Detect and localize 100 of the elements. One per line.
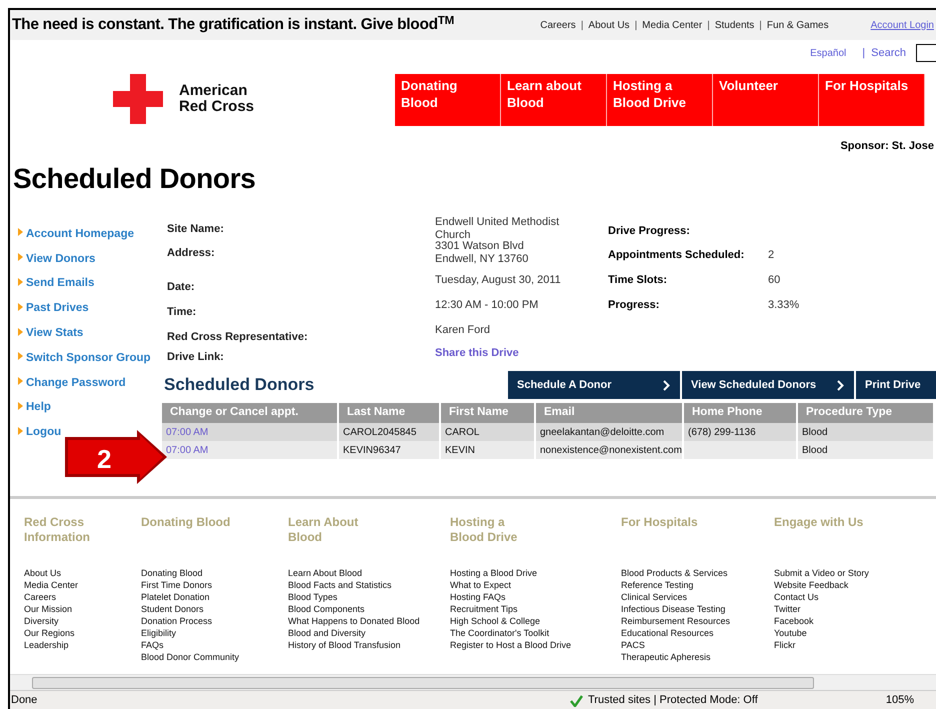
footer-link[interactable]: Learn About Blood — [288, 567, 362, 579]
footer-link[interactable]: The Coordinator's Toolkit — [450, 627, 550, 639]
footer-link[interactable]: Contact Us — [774, 591, 819, 603]
footer-link[interactable]: First Time Donors — [141, 579, 212, 591]
footer-link[interactable]: About Us — [24, 567, 62, 579]
footer-link[interactable]: Reimbursement Resources — [621, 615, 730, 627]
footer-link[interactable]: Media Center — [24, 579, 78, 591]
sidebar-link[interactable]: Change Password — [26, 374, 126, 392]
nav-tab[interactable]: Hosting a Blood Drive — [607, 74, 713, 126]
search-field[interactable] — [916, 44, 936, 62]
search-link[interactable]: Search — [871, 44, 906, 62]
nav-tab[interactable]: Learn about Blood — [501, 74, 607, 126]
sidebar-link[interactable]: View Donors — [26, 250, 96, 268]
footer-link[interactable]: PACS — [621, 639, 645, 651]
sidebar-link[interactable]: Send Emails — [26, 275, 94, 293]
arrow-bullet-icon — [18, 426, 23, 435]
footer-link[interactable]: Blood Products & Services — [621, 567, 728, 579]
footer-link[interactable]: Register to Host a Blood Drive — [450, 639, 572, 651]
footer-link[interactable]: Eligibility — [141, 627, 176, 639]
footer-link[interactable]: High School & College — [450, 615, 540, 627]
action-button[interactable]: Schedule A Donor — [508, 371, 680, 399]
nav-tab[interactable]: Volunteer — [713, 74, 819, 126]
footer-link[interactable]: Recruitment Tips — [450, 603, 518, 615]
footer-link[interactable]: Blood Components — [288, 603, 365, 615]
nav-tab[interactable]: Donating Blood — [395, 74, 501, 126]
footer-link[interactable]: Twitter — [774, 603, 801, 615]
page-title: Scheduled Donors — [13, 162, 257, 196]
footer-link[interactable]: Blood Types — [288, 591, 338, 603]
security-zone-text: Trusted sites | Protected Mode: Off — [588, 693, 758, 708]
sidebar-link[interactable]: Switch Sponsor Group — [26, 350, 151, 367]
footer-heading: Learn About Blood — [288, 515, 360, 546]
top-link[interactable]: Careers — [540, 18, 576, 32]
footer-link[interactable]: Website Feedback — [774, 579, 848, 591]
sponsor-label: Sponsor: St. Jose — [840, 139, 934, 154]
footer-link[interactable]: Platelet Donation — [141, 591, 210, 603]
top-link[interactable]: Media Center — [642, 18, 702, 32]
table-cell: KEVIN96347 — [343, 444, 401, 456]
footer-link[interactable]: Reference Testing — [621, 579, 694, 591]
footer-link[interactable]: Submit a Video or Story — [774, 567, 869, 579]
horizontal-scrollbar[interactable] — [10, 674, 936, 690]
footer-link[interactable]: Our Mission — [24, 603, 72, 615]
action-button[interactable]: View Scheduled Donors — [682, 371, 854, 399]
footer-link[interactable]: Donation Process — [141, 615, 212, 627]
footer-link[interactable]: Student Donors — [141, 603, 204, 615]
top-link[interactable]: About Us — [588, 18, 630, 32]
sidebar-link[interactable]: View Stats — [26, 324, 84, 342]
footer-link[interactable]: Educational Resources — [621, 627, 714, 639]
table-cell: Blood — [802, 444, 828, 456]
sidebar-link[interactable]: Logou — [26, 424, 62, 442]
top-link[interactable]: Fun & Games — [766, 18, 829, 32]
cross-logo-icon — [113, 74, 163, 124]
footer-link[interactable]: Blood Facts and Statistics — [288, 579, 392, 591]
field-value: 12:30 AM - 10:00 PM — [435, 299, 538, 311]
zoom-level[interactable]: 105% — [886, 692, 914, 709]
footer-link[interactable]: Facebook — [774, 615, 814, 627]
footer-link[interactable]: Careers — [24, 591, 56, 603]
arrow-bullet-icon — [18, 302, 23, 311]
sidebar-link[interactable]: Past Drives — [26, 300, 89, 318]
footer-link[interactable]: Our Regions — [24, 627, 75, 639]
field-value: Endwell United Methodist Church — [435, 216, 560, 241]
footer-link[interactable]: Flickr — [774, 639, 796, 651]
field-label: Site Name: — [167, 223, 224, 235]
field-value: Tuesday, August 30, 2011 — [435, 274, 561, 286]
footer-link[interactable]: What to Expect — [450, 579, 512, 591]
footer-link[interactable]: Blood and Diversity — [288, 627, 366, 639]
footer-link[interactable]: Diversity — [24, 615, 59, 627]
share-drive-link[interactable]: Share this Drive — [435, 344, 519, 360]
footer-link[interactable]: Clinical Services — [621, 591, 688, 603]
footer-link[interactable]: What Happens to Donated Blood — [288, 615, 420, 627]
table-cell: KEVIN — [445, 444, 476, 456]
nav-tab[interactable]: For Hospitals — [819, 74, 925, 126]
checkmark-icon — [570, 694, 583, 706]
footer-link[interactable]: Hosting FAQs — [450, 591, 506, 603]
footer-link[interactable]: Blood Donor Community — [141, 651, 240, 663]
field-label: Drive Link: — [167, 351, 224, 363]
footer-link[interactable]: Infectious Disease Testing — [621, 603, 726, 615]
top-link[interactable]: Students — [714, 18, 754, 32]
appointment-link[interactable]: 07:00 AM — [166, 426, 208, 438]
appointment-link[interactable]: 07:00 AM — [166, 444, 208, 456]
sidebar-link[interactable]: Help — [26, 399, 51, 417]
sidebar-link[interactable]: Account Homepage — [26, 226, 134, 244]
field-label: Progress: — [608, 298, 660, 313]
logo-text: Red Cross — [179, 99, 254, 115]
action-button[interactable]: Print Drive — [856, 371, 936, 399]
progress-heading: Drive Progress: — [608, 224, 691, 239]
callout-number: 2 — [97, 443, 112, 476]
account-login-link[interactable]: Account Login — [870, 18, 934, 32]
language-link[interactable]: Español — [810, 46, 846, 60]
footer-link[interactable]: Therapeutic Apheresis — [621, 651, 711, 663]
footer-link[interactable]: Leadership — [24, 639, 69, 651]
footer-heading: Red Cross Information — [24, 515, 91, 546]
field-value: 2 — [768, 248, 774, 263]
logo-text: American — [179, 83, 248, 99]
table-cell: gneelakantan@deloitte.com — [540, 426, 664, 438]
footer-link[interactable]: FAQs — [141, 639, 164, 651]
footer-link[interactable]: Youtube — [774, 627, 807, 639]
footer-link[interactable]: History of Blood Transfusion — [288, 639, 401, 651]
footer-link[interactable]: Donating Blood — [141, 567, 203, 579]
footer-link[interactable]: Hosting a Blood Drive — [450, 567, 538, 579]
table-cell: Blood — [802, 426, 828, 438]
